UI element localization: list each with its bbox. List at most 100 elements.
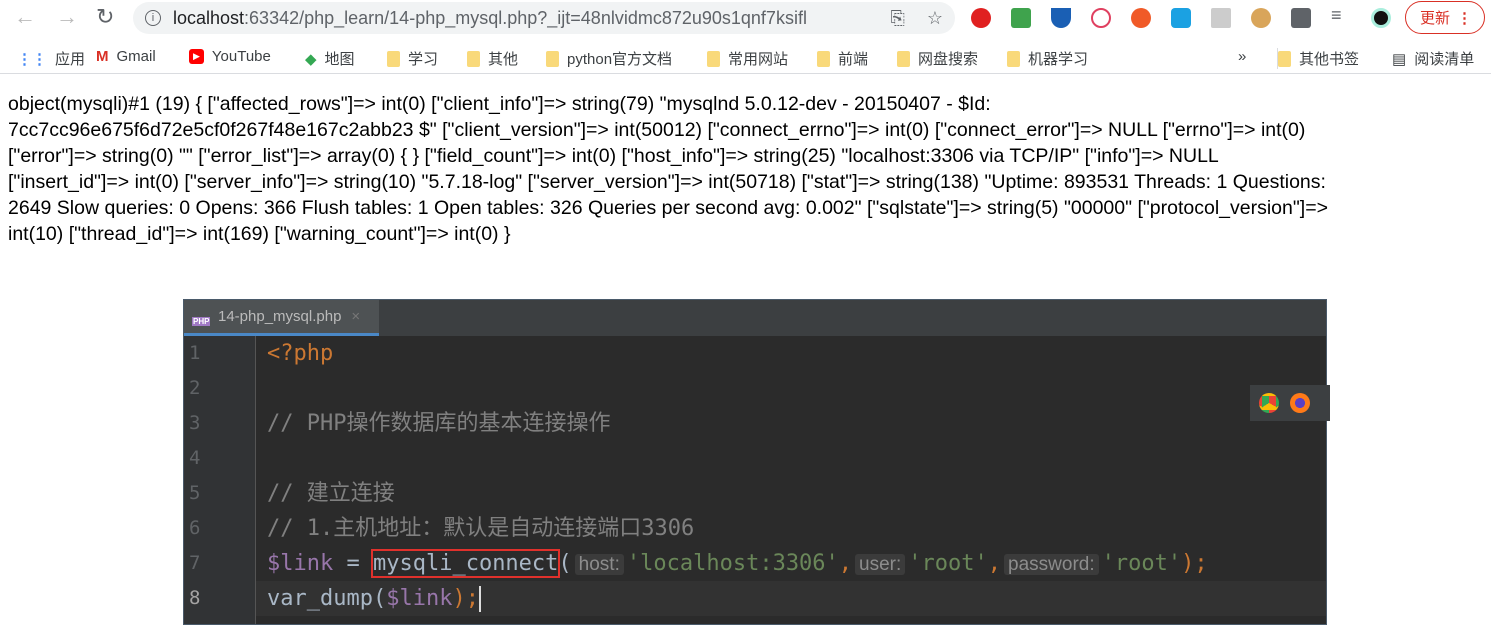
bookmark-folder[interactable]: 其他 [467, 48, 518, 69]
media-control-icon[interactable]: ≡ [1331, 5, 1351, 25]
line-number: 1 [189, 342, 201, 364]
adblock-extension-icon[interactable] [971, 8, 991, 28]
highlighted-function-call: mysqli_connect [370, 549, 561, 578]
close-tab-icon[interactable]: × [351, 308, 360, 325]
code-token: $link [386, 586, 453, 611]
bookmark-maps[interactable]: ◆ 地图 [305, 48, 355, 69]
bookmark-folder[interactable]: python官方文档 [546, 48, 672, 69]
line-number: 7 [189, 552, 201, 574]
parameter-hint: user: [855, 554, 906, 575]
bookmark-label: python官方文档 [567, 51, 673, 68]
info-icon[interactable]: i [145, 10, 161, 26]
dump-line: ["insert_id"]=> int(0) ["server_info"]=>… [8, 171, 1326, 193]
extension-icon[interactable] [1171, 8, 1191, 28]
bookmarks-bar: ⋮⋮ 应用 M Gmail ▶ YouTube ◆ 地图 学习 其他 python官方文… [0, 42, 1491, 74]
parameter-hint: password: [1004, 554, 1099, 575]
line-number: 8 [189, 587, 201, 609]
profile-avatar[interactable] [1371, 8, 1391, 28]
folder-icon [897, 50, 910, 67]
open-in-browser-popup [1250, 385, 1330, 421]
folder-icon [1278, 50, 1291, 67]
bookmark-label: Gmail [116, 48, 156, 65]
puzzle-extensions-icon[interactable] [1291, 8, 1311, 28]
star-icon[interactable]: ☆ [927, 8, 943, 29]
bookmark-youtube[interactable]: ▶ YouTube [189, 48, 271, 65]
code-line: // 建立连接 [267, 476, 1326, 511]
code-token: , [987, 551, 1002, 576]
dump-line: object(mysqli)#1 (19) { ["affected_rows"… [8, 93, 991, 115]
code-line: <?php [267, 336, 1326, 371]
bookmark-label: YouTube [211, 48, 271, 65]
folder-icon [546, 50, 559, 67]
line-number: 6 [189, 517, 201, 539]
line-number: 4 [189, 447, 201, 469]
extension-icon[interactable] [1211, 8, 1231, 28]
code-token: var_dump( [267, 586, 387, 611]
apps-grid-icon: ⋮⋮ [17, 50, 47, 68]
code-token: // 1.主机地址：默认是自动连接端口3306 [267, 516, 695, 541]
code-token: 'root' [908, 551, 988, 576]
dump-line: ["error"]=> string(0) "" ["error_list"]=… [8, 145, 1219, 167]
firefox-icon[interactable] [1290, 393, 1310, 413]
bookmark-folder[interactable]: 网盘搜索 [897, 48, 978, 69]
bookmark-folder[interactable]: 机器学习 [1007, 48, 1088, 69]
address-bar[interactable]: i localhost:63342/php_learn/14-php_mysql… [133, 2, 955, 34]
code-token: ); [452, 586, 479, 611]
folder-icon [1007, 50, 1020, 67]
update-button[interactable]: 更新 ⋮ [1405, 1, 1485, 34]
text-caret [478, 586, 481, 612]
reload-button[interactable]: ↻ [96, 4, 114, 30]
extension-icon[interactable] [1091, 8, 1111, 28]
code-token: ); [1181, 551, 1208, 576]
bookmark-label: 前端 [838, 51, 869, 68]
menu-icon[interactable]: ⋮ [1457, 9, 1472, 27]
extension-icon[interactable] [1131, 8, 1151, 28]
code-token: $link [267, 551, 334, 576]
dump-line: int(10) ["thread_id"]=> int(169) ["warni… [8, 223, 511, 245]
bookmark-folder[interactable]: 前端 [817, 48, 868, 69]
bookmark-label: 机器学习 [1028, 51, 1089, 68]
cookie-extension-icon[interactable] [1251, 8, 1271, 28]
translate-icon[interactable]: ⎘ [890, 8, 904, 29]
code-token: // PHP操作数据库的基本连接操作 [267, 411, 611, 436]
bookmark-folder[interactable]: 常用网站 [707, 48, 788, 69]
line-number-gutter: 1 2 3 4 5 6 7 8 [184, 336, 256, 624]
bookmark-folder[interactable]: 学习 [387, 48, 438, 69]
code-token: ( [558, 551, 572, 576]
forward-button[interactable]: → [56, 4, 78, 30]
other-bookmarks[interactable]: 其他书签 [1277, 48, 1359, 69]
bookmark-gmail[interactable]: M Gmail [96, 48, 156, 65]
bookmark-label: 学习 [408, 51, 439, 68]
update-label: 更新 [1420, 10, 1451, 27]
maps-icon: ◆ [305, 50, 317, 68]
extension-icon[interactable] [1051, 8, 1071, 28]
bookmarks-overflow-button[interactable]: » [1238, 48, 1246, 65]
bookmark-label: 常用网站 [728, 51, 789, 68]
editor-tab-bar: PHP 14-php_mysql.php × [184, 300, 1326, 336]
tab-label: 14-php_mysql.php [218, 308, 342, 325]
code-line: $link = mysqli_connect(host:'localhost:3… [267, 546, 1326, 581]
folder-icon [387, 50, 400, 67]
code-token: // 建立连接 [267, 481, 395, 506]
bookmark-apps[interactable]: ⋮⋮ 应用 [17, 48, 85, 69]
youtube-icon: ▶ [189, 49, 204, 64]
back-button[interactable]: ← [14, 4, 36, 30]
bookmark-label: 地图 [324, 51, 355, 68]
file-tab[interactable]: PHP 14-php_mysql.php × [184, 300, 379, 336]
reading-list-icon: ▤ [1392, 50, 1407, 68]
line-number: 3 [189, 412, 201, 434]
var-dump-output: object(mysqli)#1 (19) { ["affected_rows"… [8, 91, 1328, 247]
code-editor-screenshot: PHP 14-php_mysql.php × 1 2 3 4 5 6 7 8 <?php // … [183, 299, 1327, 625]
extension-icon[interactable] [1011, 8, 1031, 28]
parameter-hint: host: [574, 554, 624, 575]
folder-icon [467, 50, 480, 67]
gmail-icon: M [96, 48, 109, 65]
line-number: 2 [189, 377, 201, 399]
reading-list[interactable]: ▤ 阅读清单 [1392, 48, 1474, 69]
chrome-icon[interactable] [1259, 393, 1279, 413]
folder-icon [817, 50, 830, 67]
bookmark-label: 应用 [55, 51, 86, 68]
code-line: var_dump($link); [267, 581, 1326, 616]
browser-toolbar: ← → ↻ i localhost:63342/php_learn/14-php… [0, 0, 1491, 38]
